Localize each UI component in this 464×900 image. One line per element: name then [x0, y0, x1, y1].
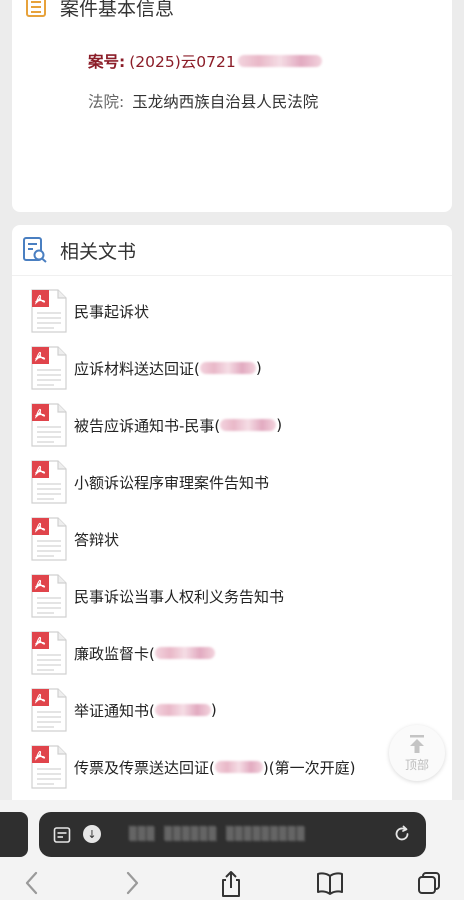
- list-icon: [26, 0, 46, 17]
- case-number-value: (2025)云0721: [129, 53, 236, 71]
- case-info-header: 案件基本信息: [26, 0, 174, 20]
- document-item[interactable]: 应诉材料送达回证(): [28, 345, 438, 391]
- case-number-label: 案号:: [88, 53, 126, 71]
- redacted-blur: [199, 362, 256, 374]
- document-title-suffix: )(第一次开庭): [262, 758, 356, 777]
- forward-chevron-icon[interactable]: [122, 870, 142, 896]
- document-item[interactable]: 举证通知书(): [28, 687, 438, 733]
- bookmarks-icon[interactable]: [316, 870, 344, 896]
- case-info-card: 案件基本信息 案号: (2025)云0721 法院: 玉龙纳西族自治县人民法院: [12, 0, 452, 212]
- document-title: 民事诉讼当事人权利义务告知书: [74, 587, 285, 606]
- redacted-blur: [214, 761, 263, 773]
- back-to-top-label: 顶部: [404, 757, 429, 772]
- document-title-suffix: ): [255, 359, 262, 377]
- document-title: 廉政监督卡(: [74, 644, 155, 663]
- documents-card: 相关文书 民事起诉状 应诉材料送达回证() 被告应诉通知书-民事() 小额诉讼程序审理…: [12, 225, 452, 815]
- document-item[interactable]: 小额诉讼程序审理案件告知书: [28, 459, 438, 505]
- bottom-toolbar: [0, 866, 464, 900]
- pdf-file-icon: [31, 688, 67, 732]
- redacted-blur: [154, 647, 215, 659]
- document-item[interactable]: 答辩状: [28, 516, 438, 562]
- redacted-blur: [220, 419, 277, 431]
- documents-title: 相关文书: [60, 240, 137, 263]
- back-to-top-button[interactable]: 顶部: [389, 725, 445, 781]
- document-title: 答辩状: [74, 530, 120, 549]
- arrow-up-icon: [410, 734, 424, 753]
- documents-header: 相关文书: [22, 235, 136, 265]
- case-info-title: 案件基本信息: [60, 0, 175, 20]
- document-title-suffix: ): [210, 701, 217, 719]
- url-text[interactable]: ▒▒▒ ▒▒▒▒▒▒ ▒▒▒▒▒▒▒▒▒: [129, 827, 306, 842]
- document-title: 小额诉讼程序审理案件告知书: [74, 473, 270, 492]
- pdf-file-icon: [31, 346, 67, 390]
- divider: [12, 275, 452, 276]
- court-value: 玉龙纳西族自治县人民法院: [132, 93, 319, 111]
- document-title-suffix: ): [276, 416, 283, 434]
- pdf-file-icon: [31, 631, 67, 675]
- pdf-file-icon: [31, 574, 67, 618]
- document-title: 被告应诉通知书-民事(: [74, 416, 221, 435]
- redacted-blur: [154, 704, 211, 716]
- document-title: 应诉材料送达回证(: [74, 359, 200, 378]
- pdf-file-icon: [31, 460, 67, 504]
- reload-icon[interactable]: [392, 824, 412, 844]
- document-item[interactable]: 廉政监督卡(: [28, 630, 438, 676]
- document-item[interactable]: 传票及传票送达回证( )(第一次开庭): [28, 744, 438, 790]
- document-title: 举证通知书(: [74, 701, 155, 720]
- pdf-file-icon: [31, 289, 67, 333]
- address-bar[interactable]: ↓ ▒▒▒ ▒▒▒▒▒▒ ▒▒▒▒▒▒▒▒▒: [39, 812, 426, 857]
- share-icon[interactable]: [218, 870, 244, 898]
- document-item[interactable]: 民事起诉状: [28, 288, 438, 334]
- reader-view-icon[interactable]: [53, 826, 71, 844]
- document-item[interactable]: 被告应诉通知书-民事(): [28, 402, 438, 448]
- back-chevron-icon[interactable]: [22, 870, 42, 896]
- court-row: 法院: 玉龙纳西族自治县人民法院: [88, 90, 318, 112]
- download-icon[interactable]: ↓: [83, 825, 101, 843]
- pdf-file-icon: [31, 745, 67, 789]
- document-search-icon: [23, 237, 47, 263]
- pdf-file-icon: [31, 403, 67, 447]
- pdf-file-icon: [31, 517, 67, 561]
- redacted-blur: [237, 55, 322, 67]
- document-title: 传票及传票送达回证(: [74, 758, 215, 777]
- document-title: 民事起诉状: [74, 302, 150, 321]
- court-label: 法院:: [88, 93, 125, 111]
- document-item[interactable]: 民事诉讼当事人权利义务告知书: [28, 573, 438, 619]
- previous-tab-peek[interactable]: [0, 812, 28, 857]
- case-number-row: 案号: (2025)云0721: [88, 50, 322, 72]
- tabs-icon[interactable]: [416, 870, 442, 896]
